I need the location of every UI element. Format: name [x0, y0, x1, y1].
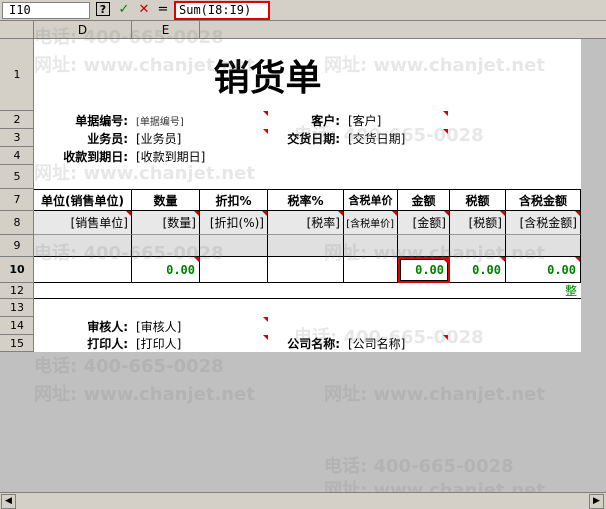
table-cell[interactable]: [344, 235, 398, 257]
help-icon[interactable]: ?: [96, 2, 110, 16]
table-cell[interactable]: [398, 235, 450, 257]
total-tax-amount[interactable]: 0.00: [506, 257, 581, 283]
due-date-field[interactable]: [收款到期日]: [132, 147, 268, 165]
column-header-rest: [200, 21, 606, 39]
company-label: 公司名称:: [287, 337, 340, 351]
field-qty[interactable]: [数量]: [132, 211, 200, 235]
select-all-corner[interactable]: [0, 21, 34, 39]
row-header[interactable]: 2: [0, 111, 34, 129]
spreadsheet-grid[interactable]: 销货单 单据编号: [单据编号] 客户: [客户] 业务员: [业务员] 交货日…: [34, 27, 581, 352]
table-cell[interactable]: [268, 235, 344, 257]
column-header-bar: D E: [0, 21, 606, 39]
col-header-unit: 单位(销售单位): [34, 190, 132, 211]
page-title: 销货单: [213, 57, 322, 99]
field-tax-total[interactable]: [含税金额]: [506, 211, 581, 235]
row-header[interactable]: 14: [0, 317, 34, 335]
table-cell[interactable]: [268, 257, 344, 283]
row-header[interactable]: 7: [0, 189, 34, 211]
col-header-unit-price: 含税单价: [344, 190, 398, 211]
table-cell[interactable]: [34, 235, 132, 257]
table-cell[interactable]: [132, 235, 200, 257]
field-unit[interactable]: [销售单位]: [34, 211, 132, 235]
table-cell[interactable]: [200, 235, 268, 257]
doc-no-label: 单据编号:: [75, 113, 128, 128]
printer-field[interactable]: [打印人]: [132, 335, 268, 352]
equals-icon[interactable]: =: [155, 2, 171, 18]
table-cell[interactable]: [344, 257, 398, 283]
row-header-bar: 1 2 3 4 5 7 8 9 10 12 13 14 15: [0, 39, 34, 352]
confirm-icon[interactable]: ✓: [116, 2, 132, 18]
formula-input[interactable]: Sum(I8:I9): [174, 1, 270, 20]
row-header[interactable]: 1: [0, 39, 34, 111]
amount-in-words[interactable]: 整: [34, 283, 581, 299]
row-header-active[interactable]: 10: [0, 257, 34, 283]
column-header-d[interactable]: D: [34, 21, 132, 39]
table-cell[interactable]: [34, 257, 132, 283]
row-header[interactable]: 5: [0, 165, 34, 189]
auditor-label: 审核人:: [87, 319, 128, 334]
salesman-label: 业务员:: [87, 131, 128, 146]
row-header[interactable]: 12: [0, 283, 34, 299]
field-discount[interactable]: [折扣(%)]: [200, 211, 268, 235]
sheet-background: 电话: 400-665-0028 网址: www.chanjet.net 网址:…: [34, 352, 581, 501]
row-header[interactable]: 13: [0, 299, 34, 317]
watermark: 电话: 400-665-0028: [34, 356, 224, 377]
customer-label: 客户:: [311, 113, 340, 128]
table-cell[interactable]: [200, 257, 268, 283]
auditor-field[interactable]: [审核人]: [132, 317, 268, 335]
field-unit-price[interactable]: [含税单价]: [344, 211, 398, 235]
sheet-margin: [581, 39, 606, 352]
printer-label: 打印人:: [87, 337, 128, 351]
total-qty[interactable]: 0.00: [132, 257, 200, 283]
field-tax[interactable]: [税额]: [450, 211, 506, 235]
row-header[interactable]: 15: [0, 335, 34, 352]
scroll-left-icon[interactable]: ◀: [1, 494, 16, 509]
total-tax[interactable]: 0.00: [450, 257, 506, 283]
horizontal-scrollbar[interactable]: ◀ ▶: [0, 492, 606, 509]
col-header-discount: 折扣%: [200, 190, 268, 211]
watermark: 网址: www.chanjet.net: [34, 384, 255, 405]
col-header-qty: 数量: [132, 190, 200, 211]
table-cell[interactable]: [450, 235, 506, 257]
due-date-label: 收款到期日:: [63, 149, 128, 164]
company-field[interactable]: [公司名称]: [344, 335, 448, 352]
row-header[interactable]: 3: [0, 129, 34, 147]
scroll-right-icon[interactable]: ▶: [589, 494, 604, 509]
formula-bar: I10 ? ✓ ✕ = Sum(I8:I9): [0, 0, 606, 21]
table-cell[interactable]: [506, 235, 581, 257]
col-header-taxrate: 税率%: [268, 190, 344, 211]
cancel-icon[interactable]: ✕: [136, 2, 152, 18]
column-header-e[interactable]: E: [132, 21, 200, 39]
doc-no-field[interactable]: [单据编号]: [132, 111, 268, 129]
total-amount-selected-cell[interactable]: 0.00: [398, 257, 450, 283]
trade-date-label: 交货日期:: [287, 131, 340, 146]
field-amount[interactable]: [金额]: [398, 211, 450, 235]
salesman-field[interactable]: [业务员]: [132, 129, 268, 147]
trade-date-field[interactable]: [交货日期]: [344, 129, 448, 147]
watermark: 电话: 400-665-0028: [324, 456, 514, 477]
watermark: 网址: www.chanjet.net: [324, 384, 545, 405]
name-box[interactable]: I10: [2, 2, 90, 19]
customer-field[interactable]: [客户]: [344, 111, 448, 129]
row-header[interactable]: 8: [0, 211, 34, 235]
col-header-tax: 税额: [450, 190, 506, 211]
col-header-amount: 金额: [398, 190, 450, 211]
col-header-tax-total: 含税金额: [506, 190, 581, 211]
row-header[interactable]: 4: [0, 147, 34, 165]
field-taxrate[interactable]: [税率]: [268, 211, 344, 235]
row-header[interactable]: 9: [0, 235, 34, 257]
